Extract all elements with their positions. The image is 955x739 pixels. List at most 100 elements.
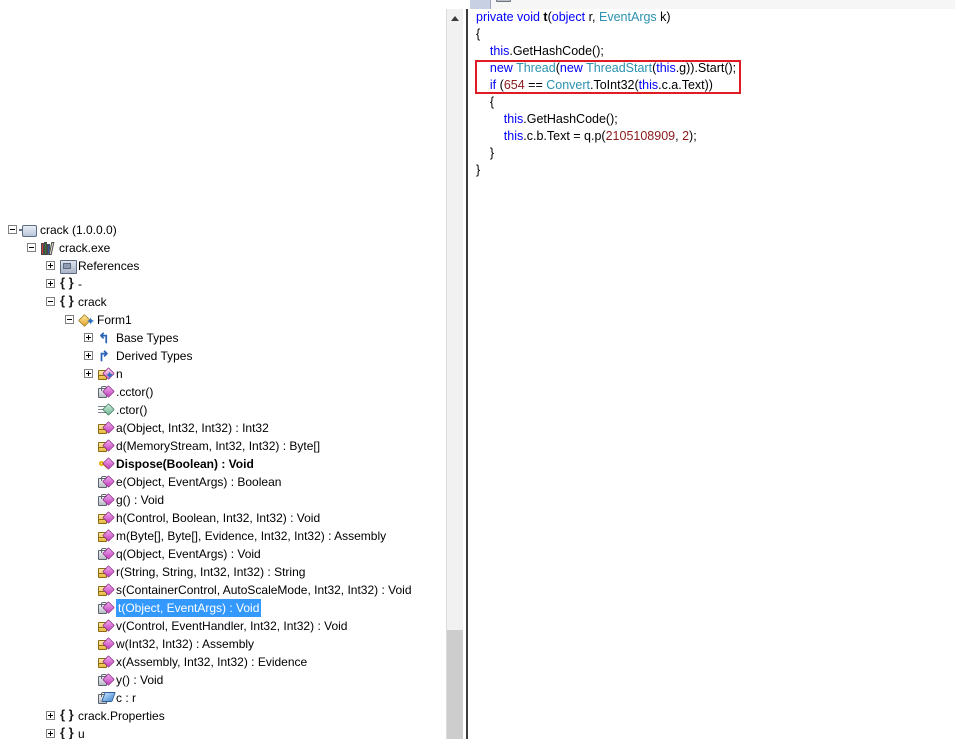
tree-row[interactable]: crack (1.0.0.0) [0,221,446,239]
code-token: Convert [546,78,590,92]
method-internal-icon [98,619,115,633]
namespace-icon: { } [60,293,74,308]
code-line: new Thread(new ThreadStart(this.g)).Star… [468,60,955,77]
collapse-icon[interactable] [46,297,55,306]
derived-types-icon: ↱ [98,348,110,364]
expand-icon[interactable] [84,351,93,360]
tree-row[interactable]: y() : Void [0,671,446,689]
code-token: if [489,78,500,92]
assembly-tree-pane[interactable]: crack (1.0.0.0) crack.exe References{ } -{ … [0,9,446,739]
scroll-up-arrow-icon[interactable] [447,9,463,26]
code-token: this [503,129,524,143]
collapse-icon[interactable] [8,225,17,234]
tree-row[interactable]: c : r [0,689,446,707]
tree-row[interactable]: m(Byte[], Byte[], Evidence, Int32, Int32… [0,527,446,545]
tree-row[interactable]: ✦ n [0,365,446,383]
tree-row[interactable]: References [0,257,446,275]
tree-row[interactable]: q(Object, EventArgs) : Void [0,545,446,563]
editor-tab-strip [470,0,955,9]
tree-row-label: s(ContainerControl, AutoScaleMode, Int32… [116,583,412,597]
method-internal-icon [98,655,115,669]
tree-row-label: Base Types [116,331,179,345]
tree-row-label: t(Object, EventArgs) : Void [116,599,262,617]
code-token: == [524,78,547,92]
tree-row-label: u [78,727,85,739]
tree-row[interactable]: .ctor() [0,401,446,419]
scrollbar-thumb[interactable] [447,630,463,739]
code-view-pane[interactable]: private void t(object r, EventArgs k){ t… [468,9,955,739]
tree-row[interactable]: r(String, String, Int32, Int32) : String [0,563,446,581]
tree-row-label: e(Object, EventArgs) : Boolean [116,475,282,489]
code-token: ThreadStart [586,61,653,75]
expand-icon[interactable] [46,729,55,738]
tree-row[interactable]: d(MemoryStream, Int32, Int32) : Byte[] [0,437,446,455]
namespace-icon: { } [60,707,74,722]
method-private-icon [98,493,115,507]
method-internal-icon [98,583,115,597]
code-token: { [476,95,495,109]
tree-row[interactable]: h(Control, Boolean, Int32, Int32) : Void [0,509,446,527]
code-token: } [476,163,481,177]
collapse-icon[interactable] [27,243,36,252]
tab-active[interactable] [490,0,955,9]
tree-row[interactable]: v(Control, EventHandler, Int32, Int32) :… [0,617,446,635]
code-line: this.GetHashCode(); [468,43,955,60]
tree-row-label: Form1 [97,313,132,327]
collapse-icon[interactable] [65,315,74,324]
tree-row-label: - [78,277,82,291]
code-token: k) [656,10,671,24]
method-internal-icon [98,439,115,453]
tree-row-label: y() : Void [116,673,164,687]
tree-row-label: a(Object, Int32, Int32) : Int32 [116,421,269,435]
tree-row-label: References [78,259,140,273]
tree-row[interactable]: ↱ Derived Types [0,347,446,365]
code-line: this.c.b.Text = q.p(2105108909, 2); [468,128,955,145]
tree-row[interactable]: ✦ Form1 [0,311,446,329]
code-token: r, [585,10,600,24]
expand-icon[interactable] [84,333,93,342]
code-token: .c.b.Text = q.p( [523,129,606,143]
code-token: new [489,61,517,75]
tree-row-label: d(MemoryStream, Int32, Int32) : Byte[] [116,439,321,453]
code-line: } [468,145,955,162]
assembly-list-icon [19,225,37,237]
tree-row[interactable]: w(Int32, Int32) : Assembly [0,635,446,653]
code-line: } [468,162,955,179]
tree-row[interactable]: { } crack [0,293,446,311]
tree-row[interactable]: crack.exe [0,239,446,257]
tree-row-label: q(Object, EventArgs) : Void [116,547,261,561]
tree-row[interactable]: { } - [0,275,446,293]
method-internal-icon [98,511,115,525]
tree-row-label: crack [78,295,107,309]
tree-row[interactable]: t(Object, EventArgs) : Void [0,599,446,617]
tree-row[interactable]: s(ContainerControl, AutoScaleMode, Int32… [0,581,446,599]
code-line: { [468,94,955,111]
tree-row[interactable]: .cctor() [0,383,446,401]
tree-row[interactable]: g() : Void [0,491,446,509]
tree-row[interactable]: { } u [0,725,446,739]
tree-row[interactable]: { } crack.Properties [0,707,446,725]
tree-row[interactable]: Dispose(Boolean) : Void [0,455,446,473]
code-token: 2 [682,129,690,143]
tree-row[interactable]: e(Object, EventArgs) : Boolean [0,473,446,491]
tree-row-label: r(String, String, Int32, Int32) : String [116,565,306,579]
tree-row[interactable]: a(Object, Int32, Int32) : Int32 [0,419,446,437]
expand-icon[interactable] [46,261,55,270]
tree-row[interactable]: x(Assembly, Int32, Int32) : Evidence [0,653,446,671]
method-internal-icon [98,637,115,651]
code-token: this [503,112,524,126]
tree-row[interactable]: ↰ Base Types [0,329,446,347]
method-private-icon [98,673,115,687]
tree-scrollbar[interactable] [446,9,463,739]
tree-row-label: g() : Void [116,493,165,507]
expand-icon[interactable] [46,279,55,288]
namespace-icon: { } [60,275,74,290]
namespace-icon: { } [60,725,74,739]
code-line: if (654 == Convert.ToInt32(this.c.a.Text… [468,77,955,94]
expand-icon[interactable] [46,711,55,720]
expand-icon[interactable] [84,369,93,378]
delegate-icon: ✦ [98,367,115,382]
tree-row-label: .cctor() [116,385,154,399]
